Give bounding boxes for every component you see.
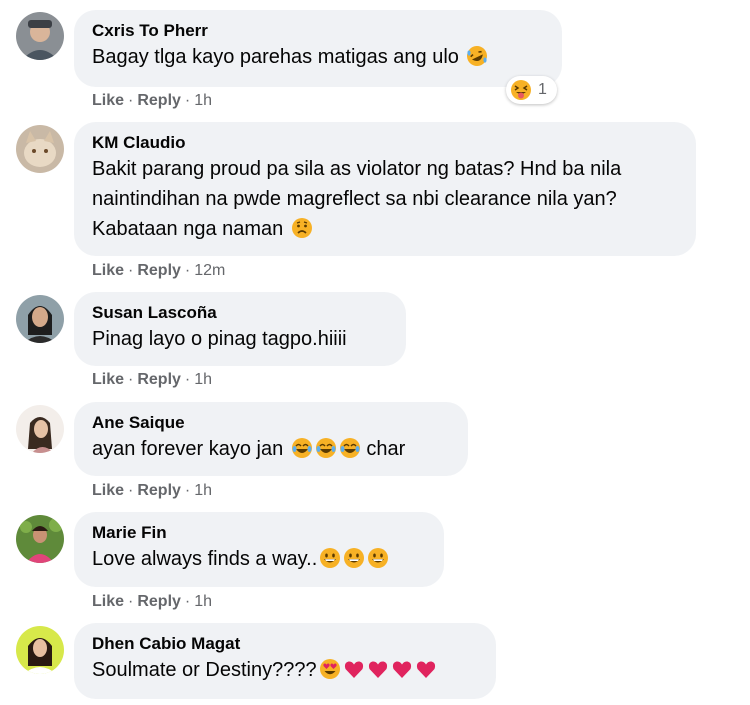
separator: · [184, 92, 191, 109]
red-heart-emoji [343, 658, 365, 680]
heart-eyes-emoji [319, 658, 341, 680]
separator: · [128, 593, 134, 610]
rofl-emoji [466, 45, 488, 67]
comment-author[interactable]: Susan Lascoña [92, 302, 388, 324]
tears-of-joy-emoji [339, 437, 361, 459]
squinting-tongue-emoji [510, 79, 532, 101]
comment-actions: Like · Reply · 12m [92, 261, 225, 281]
worried-face-emoji [291, 217, 313, 239]
comment-text-suffix: char [366, 438, 406, 460]
separator: · [128, 371, 134, 388]
comment-bubble: Ane Saique ayan forever kayo jan char [74, 402, 468, 476]
reaction-badge[interactable]: 1 [506, 76, 557, 104]
comment-text: Pinag layo o pinag tagpo.hiiii [92, 328, 347, 350]
reply-button[interactable]: Reply [137, 262, 181, 279]
separator: · [184, 593, 191, 610]
like-button[interactable]: Like [92, 92, 124, 109]
grinning-face-emoji [367, 547, 389, 569]
comment-text: Bagay tlga kayo parehas matigas ang ulo [92, 42, 544, 72]
reply-button[interactable]: Reply [137, 482, 181, 499]
comment-author[interactable]: KM Claudio [92, 132, 678, 154]
comment-actions: Like · Reply · 1h [92, 592, 212, 612]
comment-bubble: Marie Fin Love always finds a way.. [74, 512, 444, 587]
comment-timestamp[interactable]: 12m [194, 262, 225, 279]
separator: · [128, 262, 134, 279]
comment-author[interactable]: Dhen Cabio Magat [92, 633, 478, 655]
comment-timestamp[interactable]: 1h [194, 92, 212, 109]
comment-bubble: Dhen Cabio Magat Soulmate or Destiny???? [74, 623, 496, 699]
comment-text-content: Bagay tlga kayo parehas matigas ang ulo [92, 46, 459, 68]
like-button[interactable]: Like [92, 371, 124, 388]
separator: · [128, 482, 134, 499]
red-heart-emoji [391, 658, 413, 680]
comment-timestamp[interactable]: 1h [194, 371, 212, 388]
comment-author[interactable]: Ane Saique [92, 412, 450, 434]
comment-timestamp[interactable]: 1h [194, 593, 212, 610]
comment-text-content: Soulmate or Destiny???? [92, 659, 317, 681]
comment-actions: Like · Reply · 1h [92, 91, 212, 111]
avatar[interactable] [16, 12, 64, 60]
grinning-face-emoji [343, 547, 365, 569]
comment-bubble: Cxris To Pherr Bagay tlga kayo parehas m… [74, 10, 562, 87]
reply-button[interactable]: Reply [137, 371, 181, 388]
comment-text-content: Bakit parang proud pa sila as violator n… [92, 158, 622, 240]
tears-of-joy-emoji [291, 437, 313, 459]
comment-timestamp[interactable]: 1h [194, 482, 212, 499]
comment-text: Bakit parang proud pa sila as violator n… [92, 154, 678, 244]
comment-text: Love always finds a way.. [92, 544, 426, 574]
avatar[interactable] [16, 626, 64, 674]
separator: · [184, 482, 191, 499]
separator: · [128, 92, 134, 109]
tears-of-joy-emoji [315, 437, 337, 459]
comment-text: Soulmate or Destiny???? [92, 655, 478, 685]
like-button[interactable]: Like [92, 262, 124, 279]
like-button[interactable]: Like [92, 593, 124, 610]
comment-actions: Like · Reply · 1h [92, 370, 212, 390]
red-heart-emoji [415, 658, 437, 680]
reply-button[interactable]: Reply [137, 593, 181, 610]
comment-author[interactable]: Marie Fin [92, 522, 426, 544]
avatar[interactable] [16, 125, 64, 173]
grinning-face-emoji [319, 547, 341, 569]
reaction-count: 1 [538, 81, 547, 98]
comment-text-content: ayan forever kayo jan [92, 438, 284, 460]
comment-bubble: Susan Lascoña Pinag layo o pinag tagpo.h… [74, 292, 406, 366]
separator: · [184, 262, 191, 279]
separator: · [184, 371, 191, 388]
comment-bubble: KM Claudio Bakit parang proud pa sila as… [74, 122, 696, 256]
like-button[interactable]: Like [92, 482, 124, 499]
comment-text-content: Love always finds a way.. [92, 548, 318, 570]
comment-author[interactable]: Cxris To Pherr [92, 20, 544, 42]
comment-text: ayan forever kayo jan char [92, 434, 450, 464]
comment-actions: Like · Reply · 1h [92, 481, 212, 501]
avatar[interactable] [16, 515, 64, 563]
avatar[interactable] [16, 405, 64, 453]
avatar[interactable] [16, 295, 64, 343]
red-heart-emoji [367, 658, 389, 680]
reply-button[interactable]: Reply [137, 92, 181, 109]
